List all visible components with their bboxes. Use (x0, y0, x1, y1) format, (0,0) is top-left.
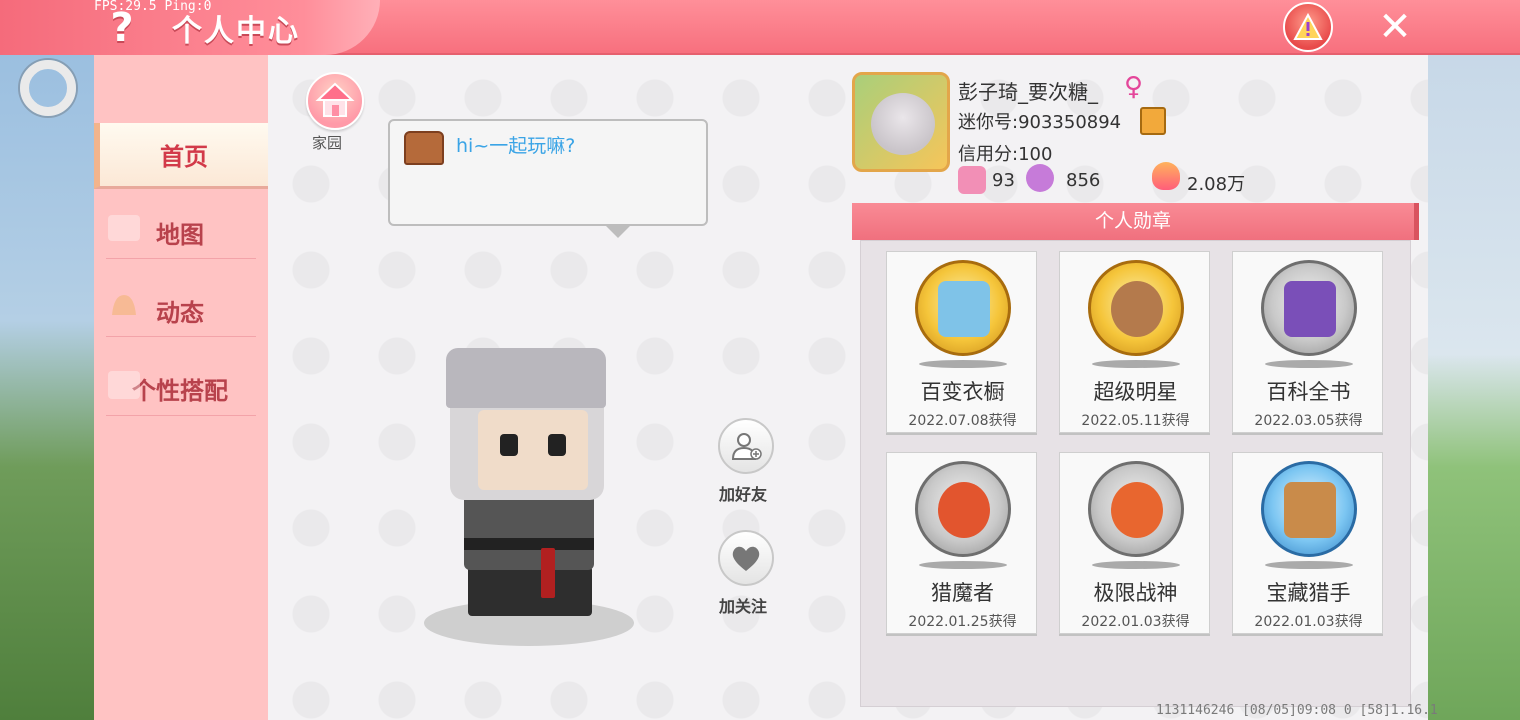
medal-name: 百科全书 (1266, 380, 1351, 404)
sidebar-item-map[interactable]: 地图 (94, 199, 266, 265)
game-world-background-left (0, 55, 96, 720)
divider (106, 336, 256, 337)
sidebar-item-label: 首页 (160, 143, 208, 171)
stat-value-fans: 856 (1066, 170, 1101, 191)
game-world-background-right (1424, 55, 1520, 720)
warning-icon (1293, 13, 1323, 40)
fans-icon (1026, 164, 1054, 192)
medal-pedestal (919, 360, 1007, 368)
medal-boss-icon (1088, 461, 1184, 557)
add-user-icon (731, 433, 762, 460)
medal-date: 2022.01.03获得 (1254, 614, 1363, 630)
stat-value-popularity: 2.08万 (1187, 174, 1246, 195)
heart-icon (732, 546, 760, 571)
add-friend-label: 加好友 (719, 485, 768, 504)
sidebar-nav: 首页 地图 动态 个性搭配 (94, 55, 268, 720)
medal-pedestal (1265, 360, 1353, 368)
stat-value-likes: 93 (992, 170, 1015, 191)
sidebar-item-home[interactable]: 首页 (94, 123, 268, 189)
medals-header: 个人勋章 (852, 203, 1419, 240)
medal-card[interactable]: 猎魔者 2022.01.25获得 (886, 452, 1037, 634)
sidebar-item-label: 个性搭配 (132, 376, 228, 405)
sidebar-item-outfit[interactable]: 个性搭配 (94, 355, 266, 421)
plus-badge-icon (958, 166, 986, 194)
medal-treasure-hunter-icon (1261, 461, 1357, 557)
divider (106, 415, 256, 416)
help-icon[interactable]: ? (104, 6, 140, 50)
medal-pedestal (1092, 561, 1180, 569)
profile-avatar-frame[interactable] (852, 72, 950, 172)
house-icon (315, 82, 355, 117)
medal-date: 2022.03.05获得 (1254, 413, 1363, 429)
mini-id: 迷你号:903350894 (958, 112, 1122, 133)
copy-icon[interactable] (1140, 107, 1166, 135)
medal-name: 超级明星 (1093, 380, 1178, 404)
medal-name: 百变衣橱 (920, 380, 1005, 404)
medal-wardrobe-icon (915, 260, 1011, 356)
map-icon (108, 215, 140, 241)
avatar-body (464, 490, 594, 570)
medal-card[interactable]: 百科全书 2022.03.05获得 (1232, 251, 1383, 433)
floating-ring-button[interactable] (20, 60, 76, 116)
medal-pedestal (1265, 561, 1353, 569)
credit-score: 信用分:100 (958, 144, 1053, 165)
sidebar-item-label: 地图 (156, 220, 204, 249)
speech-bubble: hi~一起玩嘛? (388, 119, 708, 238)
female-icon: ♀ (1124, 72, 1144, 102)
medal-card[interactable]: 百变衣橱 2022.07.08获得 (886, 251, 1037, 433)
avatar-eye-left (500, 434, 518, 456)
medal-pedestal (919, 561, 1007, 569)
avatar (871, 93, 935, 155)
bell-icon (112, 295, 136, 315)
speech-text: hi~一起玩嘛? (456, 135, 576, 157)
close-button[interactable]: ✕ (1370, 4, 1420, 50)
medal-date: 2022.07.08获得 (908, 413, 1017, 429)
medal-card[interactable]: 超级明星 2022.05.11获得 (1059, 251, 1210, 433)
avatar-tassel (541, 548, 555, 598)
avatar-face (478, 410, 588, 490)
build-info: 1131146246 [08/05]09:08 0 [58]1.16.1 (1156, 703, 1438, 718)
medal-encyclopedia-icon (1261, 260, 1357, 356)
medal-card[interactable]: 宝藏猎手 2022.01.03获得 (1232, 452, 1383, 634)
report-button[interactable] (1283, 2, 1333, 52)
follow-button[interactable] (718, 530, 774, 586)
follow-label: 加关注 (719, 597, 768, 616)
medal-name: 猎魔者 (931, 581, 994, 605)
medal-date: 2022.05.11获得 (1081, 413, 1190, 429)
medal-name: 宝藏猎手 (1266, 581, 1351, 605)
chest-icon (404, 131, 444, 165)
flame-icon (1152, 162, 1180, 190)
divider (106, 258, 256, 259)
medal-pedestal (1092, 360, 1180, 368)
medal-demon-hunter-icon (915, 461, 1011, 557)
homeland-label: 家园 (312, 134, 343, 152)
medal-date: 2022.01.03获得 (1081, 614, 1190, 630)
medal-card[interactable]: 极限战神 2022.01.03获得 (1059, 452, 1210, 634)
avatar-hair (446, 348, 606, 408)
top-bar: FPS:29.5 Ping:0 ? 个人中心 ✕ (0, 0, 1520, 55)
sidebar-item-label: 动态 (156, 298, 204, 327)
homeland-button[interactable] (306, 72, 364, 130)
player-name: 彭子琦_要次糖_ (958, 80, 1098, 104)
avatar-eye-right (548, 434, 566, 456)
add-friend-button[interactable] (718, 418, 774, 474)
page-title: 个人中心 (172, 14, 300, 49)
outfit-icon (108, 371, 140, 399)
medal-date: 2022.01.25获得 (908, 614, 1017, 630)
avatar-belt (464, 538, 594, 550)
sidebar-item-feed[interactable]: 动态 (94, 277, 266, 343)
avatar-legs (468, 566, 592, 616)
medal-name: 极限战神 (1093, 581, 1178, 605)
medal-superstar-icon (1088, 260, 1184, 356)
